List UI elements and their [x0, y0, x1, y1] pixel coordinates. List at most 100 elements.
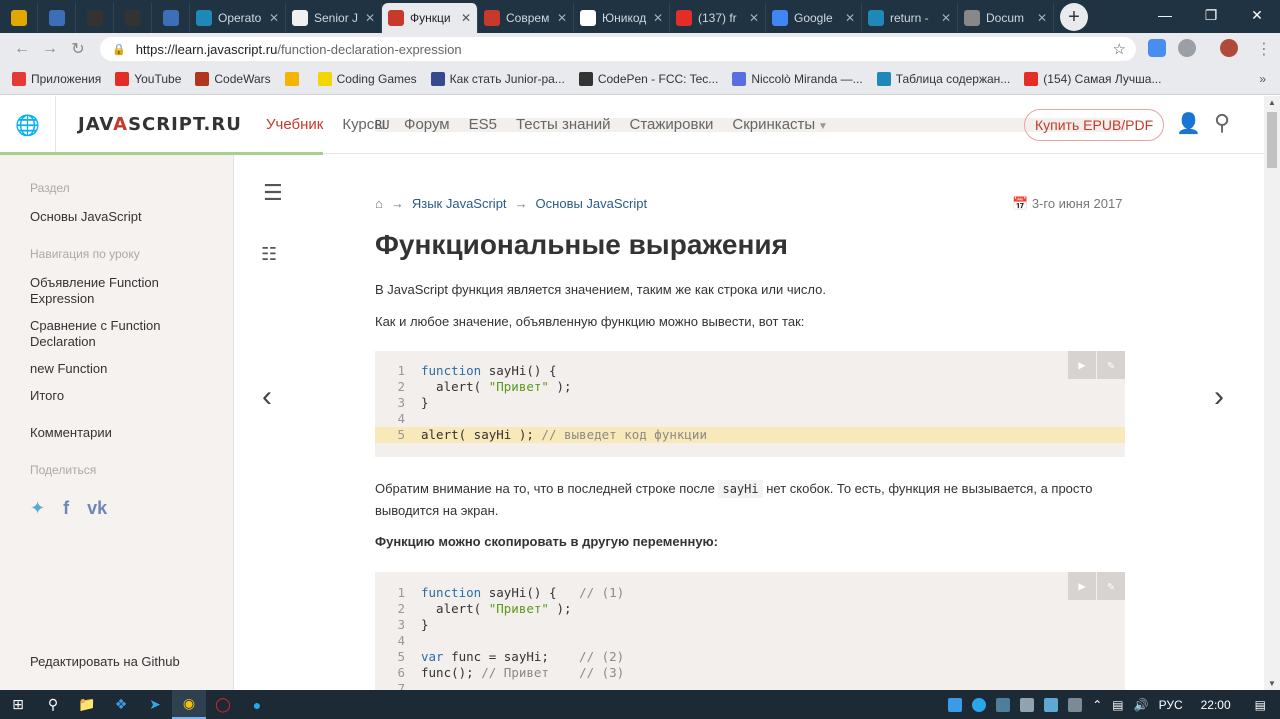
bookmark-item[interactable]: Таблица содержан... — [876, 72, 1010, 86]
scroll-up-icon[interactable]: ▲ — [1268, 98, 1276, 107]
bookmark-star-icon[interactable]: ☆ — [1113, 40, 1126, 58]
browser-tab[interactable]: Функци ✕ — [382, 3, 478, 33]
nav-link[interactable]: Учебник — [266, 116, 323, 133]
sidebar-item-function-expression[interactable]: Объявление Function Expression — [30, 275, 220, 307]
site-logo[interactable]: JAVASCRIPT.RU — [78, 114, 242, 135]
bookmark-item[interactable]: CodeWars — [195, 72, 271, 86]
bookmark-item[interactable]: Как стать Junior-ра... — [430, 72, 565, 86]
close-tab-icon[interactable]: ✕ — [557, 11, 567, 25]
buy-epub-pdf-button[interactable]: Купить EPUB/PDF — [1024, 109, 1165, 141]
browser-tab[interactable] — [0, 3, 38, 33]
sidebar-item-comparison[interactable]: Сравнение с Function Declaration — [30, 318, 220, 350]
bookmark-item[interactable]: YouTube — [115, 72, 181, 86]
skype-icon[interactable]: ● — [240, 690, 274, 719]
close-tab-icon[interactable]: ✕ — [269, 11, 279, 25]
network-icon[interactable]: ▤ — [1112, 698, 1123, 712]
bookmark-item[interactable]: Coding Games — [317, 72, 417, 86]
file-explorer-icon[interactable]: 📁 — [70, 690, 104, 719]
sidebar-item-comments[interactable]: Комментарии — [30, 425, 220, 441]
nav-link[interactable]: Тесты знаний — [516, 116, 611, 133]
nav-link[interactable]: Курсы — [342, 116, 385, 133]
telegram-icon[interactable]: ➤ — [138, 690, 172, 719]
language-switcher[interactable]: 🌐 RU — [0, 96, 1125, 154]
next-lesson-chevron-icon[interactable]: › — [1214, 380, 1224, 414]
close-tab-icon[interactable]: ✕ — [845, 11, 855, 25]
react-extension-icon[interactable] — [1178, 39, 1196, 57]
tray-app-icon[interactable] — [1044, 697, 1059, 712]
bookmark-item[interactable]: (154) Самая Лучша... — [1024, 72, 1161, 86]
tray-app-icon[interactable] — [1020, 697, 1035, 712]
close-tab-icon[interactable]: ✕ — [653, 11, 663, 25]
close-tab-icon[interactable]: ✕ — [749, 11, 759, 25]
url-input[interactable]: 🔒 https://learn.javascript.ru/function-d… — [100, 37, 1136, 61]
more-bookmarks-icon[interactable]: » — [1259, 72, 1266, 86]
home-icon[interactable]: ⌂ — [375, 196, 383, 211]
bookmark-item[interactable] — [284, 72, 304, 86]
breadcrumb-link-basics[interactable]: Основы JavaScript — [536, 196, 648, 211]
vscode-icon[interactable]: ❖ — [104, 690, 138, 719]
notifications-icon[interactable]: ▤ — [1255, 698, 1266, 712]
sidebar-item-edit-github[interactable]: Редактировать на Github — [30, 654, 220, 670]
nav-link[interactable]: ES5 — [469, 116, 497, 133]
sidebar-item-new-function[interactable]: new Function — [30, 361, 220, 377]
profile-avatar[interactable] — [1220, 39, 1238, 57]
bookmark-item[interactable]: Приложения — [12, 72, 101, 86]
windows-start-icon[interactable]: ⊞ — [0, 690, 36, 719]
bookmark-item[interactable]: CodePen - FCC: Tec... — [578, 72, 718, 86]
nav-link[interactable]: Стажировки — [630, 116, 714, 133]
close-window-icon[interactable]: ✕ — [1234, 0, 1280, 30]
browser-tab[interactable]: Google ✕ — [766, 3, 862, 33]
reload-icon[interactable]: ↻ — [64, 39, 92, 59]
bookmark-item[interactable]: Niccolò Miranda —... — [732, 72, 863, 86]
browser-tab[interactable]: Docum ✕ — [958, 3, 1054, 33]
tray-app-icon[interactable] — [996, 697, 1011, 712]
nav-link[interactable]: Скринкасты ▼ — [732, 116, 827, 133]
translate-extension-icon[interactable] — [1148, 39, 1166, 57]
scroll-down-icon[interactable]: ▼ — [1268, 679, 1276, 688]
input-language[interactable]: РУС — [1159, 698, 1183, 712]
volume-icon[interactable]: 🔊 — [1134, 698, 1149, 712]
close-tab-icon[interactable]: ✕ — [461, 11, 471, 25]
close-tab-icon[interactable]: ✕ — [1037, 11, 1047, 25]
chrome-icon[interactable]: ◉ — [172, 690, 206, 719]
search-icon[interactable]: ⚲ — [36, 690, 70, 719]
new-tab-button[interactable]: + — [1060, 3, 1088, 31]
browser-tab[interactable]: return - ✕ — [862, 3, 958, 33]
browser-tab[interactable]: Соврем ✕ — [478, 3, 574, 33]
opera-icon[interactable]: ◯ — [206, 690, 240, 719]
sidebar-item-summary[interactable]: Итого — [30, 388, 220, 404]
maximize-icon[interactable]: ❐ — [1188, 0, 1234, 30]
breadcrumb-link-js[interactable]: Язык JavaScript — [412, 196, 507, 211]
twitter-icon[interactable]: ✦ — [30, 498, 45, 519]
back-icon[interactable]: ← — [8, 40, 36, 58]
hamburger-menu-icon[interactable]: ☰ — [263, 180, 283, 206]
sitemap-icon[interactable]: ☷ — [261, 244, 277, 265]
nav-link[interactable]: Форум — [404, 116, 450, 133]
vk-icon[interactable]: vk — [87, 498, 107, 519]
forward-icon[interactable]: → — [36, 40, 64, 58]
browser-tab[interactable] — [152, 3, 190, 33]
search-icon[interactable]: ⚲ — [1214, 110, 1230, 136]
close-tab-icon[interactable]: ✕ — [365, 11, 375, 25]
tray-app-icon[interactable] — [1068, 697, 1083, 712]
page-scrollbar[interactable]: ▲ ▼ — [1264, 96, 1280, 690]
user-icon[interactable]: 👤 — [1176, 111, 1201, 136]
browser-tab[interactable] — [38, 3, 76, 33]
browser-tab[interactable]: (137) fr ✕ — [670, 3, 766, 33]
clock[interactable]: 22:00 — [1201, 698, 1231, 712]
browser-tab[interactable]: Operato ✕ — [190, 3, 286, 33]
browser-tab[interactable] — [114, 3, 152, 33]
browser-tab[interactable] — [76, 3, 114, 33]
minimize-icon[interactable]: — — [1142, 0, 1188, 30]
close-tab-icon[interactable]: ✕ — [941, 11, 951, 25]
facebook-icon[interactable]: f — [63, 498, 69, 519]
sidebar-item-section[interactable]: Основы JavaScript — [30, 209, 220, 225]
prev-lesson-chevron-icon[interactable]: ‹ — [262, 380, 272, 414]
menu-dots-icon[interactable]: ⋮ — [1250, 39, 1278, 59]
tray-app-icon[interactable] — [948, 697, 963, 712]
tray-app-icon[interactable] — [972, 697, 987, 712]
browser-tab[interactable]: Senior J ✕ — [286, 3, 382, 33]
scroll-thumb[interactable] — [1267, 112, 1277, 168]
chevron-up-icon[interactable]: ⌃ — [1092, 698, 1102, 712]
browser-tab[interactable]: Юникод ✕ — [574, 3, 670, 33]
